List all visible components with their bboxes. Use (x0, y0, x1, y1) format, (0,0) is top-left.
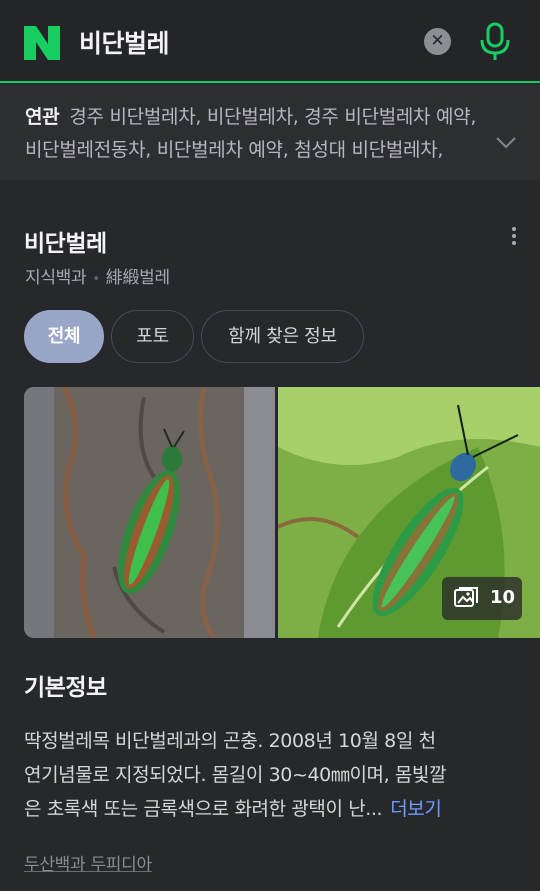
related-keywords-2[interactable]: 비단벌레전동차, 비단벌레차 예약, 첨성대 비단벌레차, (25, 135, 495, 162)
more-link[interactable]: 더보기 (390, 798, 442, 820)
card-subtitle: 지식백과 • 緋緞벌레 (25, 263, 170, 288)
related-line-1[interactable]: 연관 경주 비단벌레차, 비단벌레차, 경주 비단벌레차 예약, (25, 102, 525, 129)
description-line-3: 은 초록색 또는 금록색으로 화려한 광택이 난... 더보기 (24, 792, 519, 826)
related-searches: 연관 경주 비단벌레차, 비단벌레차, 경주 비단벌레차 예약, 비단벌레전동차,… (0, 85, 540, 180)
tab-all[interactable]: 전체 (24, 310, 104, 363)
image-gallery-icon (454, 587, 478, 607)
description-line-3-text: 은 초록색 또는 금록색으로 화려한 광택이 난... (24, 798, 383, 820)
card-source[interactable]: 지식백과 (25, 268, 87, 288)
naver-logo[interactable] (24, 26, 60, 60)
chevron-down-icon[interactable] (496, 137, 516, 149)
tab-related-info[interactable]: 함께 찾은 정보 (201, 310, 364, 363)
related-label: 연관 (25, 106, 60, 128)
beetle-photo-bark[interactable] (24, 387, 275, 638)
separator-dot: • (92, 272, 100, 287)
search-query-text[interactable]: 비단벌레 (79, 24, 170, 60)
photo-count: 10 (490, 587, 516, 608)
basic-info-description: 딱정벌레목 비단벌레과의 곤충. 2008년 10월 8일 천 연기념물로 지정… (24, 724, 519, 826)
search-bar: 비단벌레 ✕ (0, 0, 540, 83)
related-keywords-1[interactable]: 경주 비단벌레차, 비단벌레차, 경주 비단벌레차 예약, (69, 106, 476, 128)
description-line-1: 딱정벌레목 비단벌레과의 곤충. 2008년 10월 8일 천 (24, 730, 436, 752)
more-options-icon[interactable] (506, 227, 522, 251)
basic-info-title: 기본정보 (24, 675, 107, 701)
microphone-icon[interactable] (478, 22, 512, 62)
photo-count-badge[interactable]: 10 (442, 577, 522, 620)
card-hanja: 緋緞벌레 (105, 268, 170, 288)
card-title[interactable]: 비단벌레 (24, 224, 107, 258)
description-line-2: 연기념물로 지정되었다. 몸길이 30~40㎜이며, 몸빛깔 (24, 764, 447, 786)
close-icon: ✕ (430, 31, 445, 51)
clear-search-button[interactable]: ✕ (424, 28, 451, 55)
tab-photo[interactable]: 포토 (111, 310, 194, 363)
source-link[interactable]: 두산백과 두피디아 (24, 850, 152, 875)
